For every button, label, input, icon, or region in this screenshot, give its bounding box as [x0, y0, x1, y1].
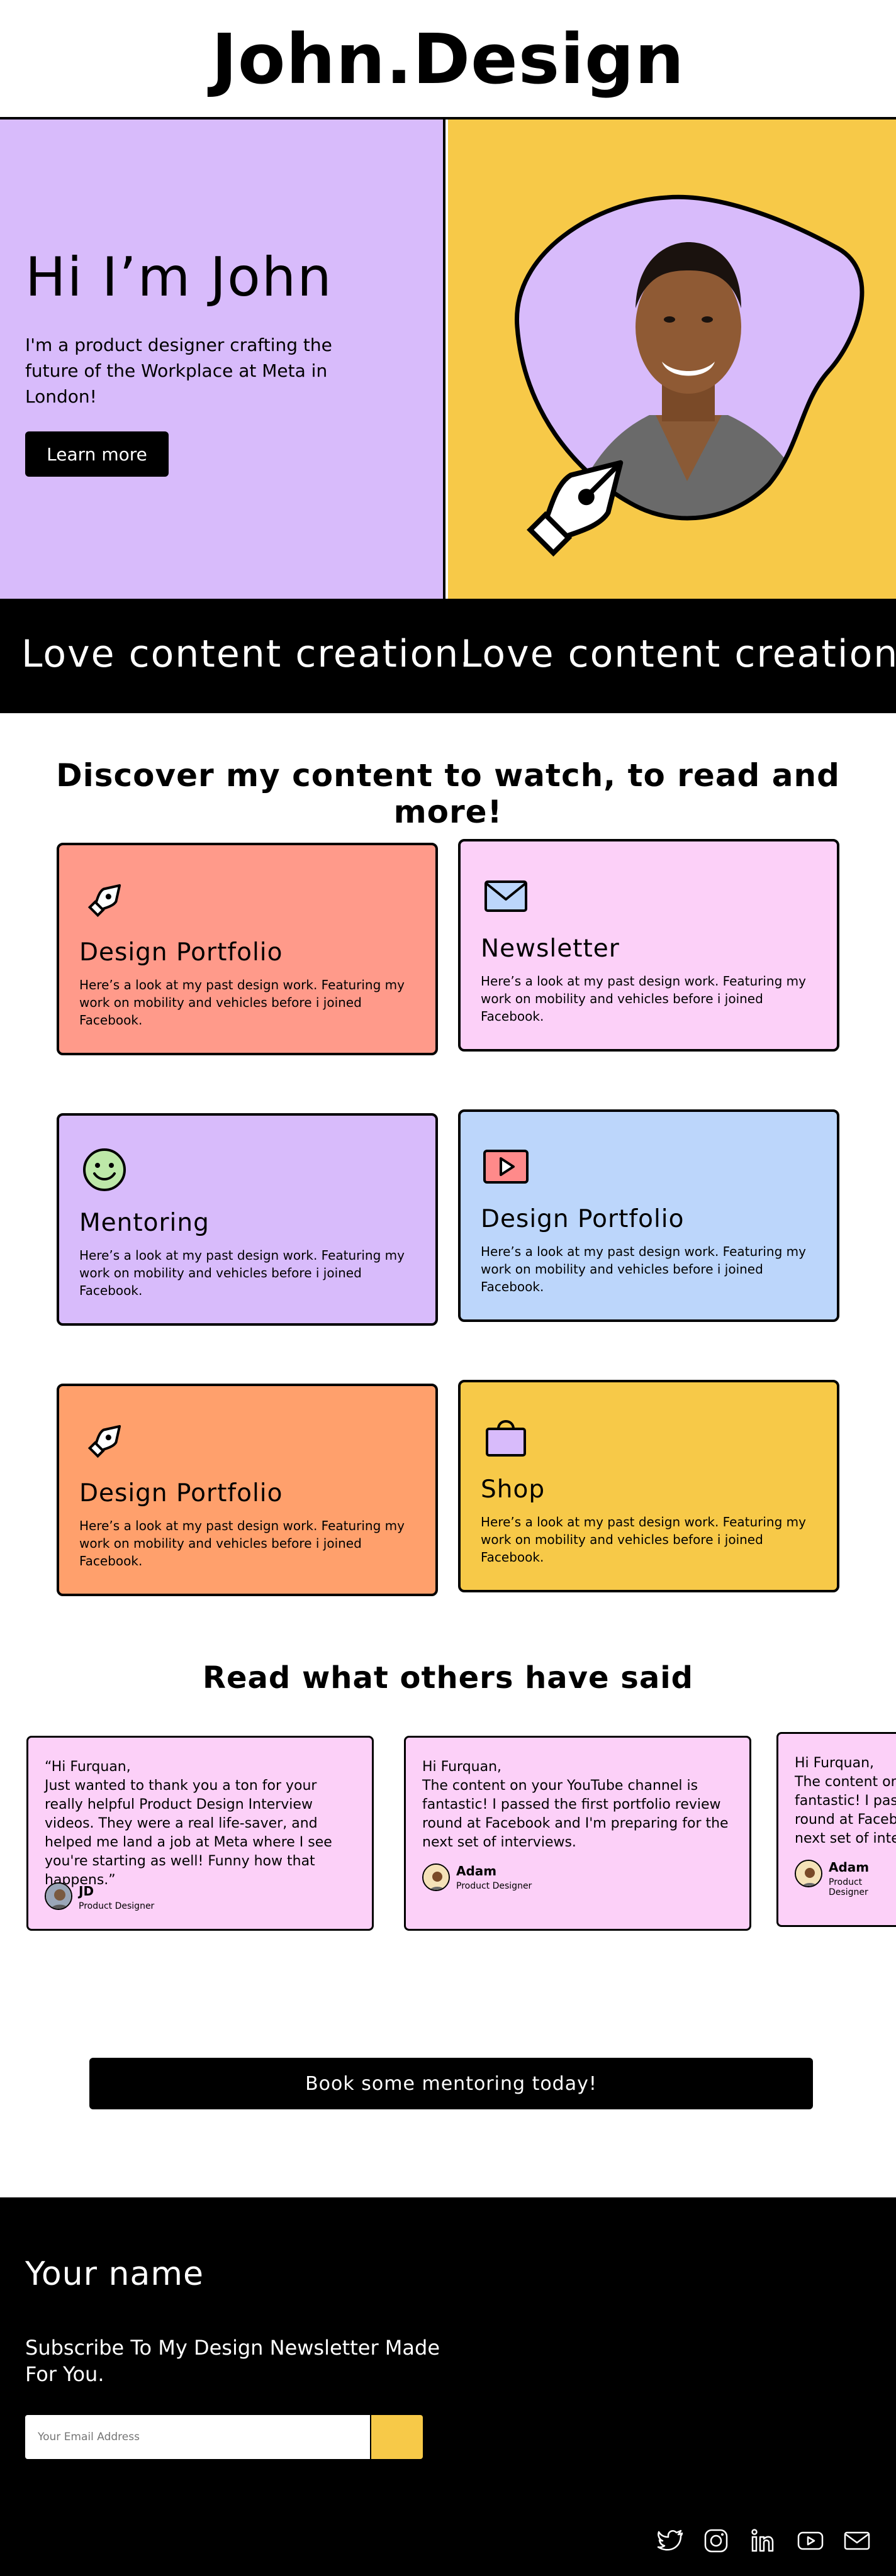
testimonial-quote: Hi Furquan, The content on your YouTube …	[422, 1759, 729, 1850]
card-text: Here’s a look at my past design work. Fe…	[79, 977, 405, 1028]
book-mentoring-button[interactable]: Book some mentoring today!	[89, 2058, 813, 2109]
shopping-bag-icon	[486, 1420, 526, 1457]
testimonial-role: Product Designer	[829, 1877, 868, 1897]
testimonial-card: “Hi Furquan, Just wanted to thank you a …	[26, 1736, 374, 1931]
pen-nib-icon	[87, 1424, 121, 1458]
email-field[interactable]	[25, 2415, 370, 2459]
marquee-banner: Love content creation. Love content crea…	[0, 599, 896, 713]
card-design-portfolio-2[interactable]: Design Portfolio Here’s a look at my pas…	[57, 1384, 438, 1596]
instagram-icon[interactable]	[701, 2526, 731, 2556]
smiley-icon	[83, 1148, 126, 1191]
testimonial-text: Hi Furquan, The content on your YouTube …	[422, 1758, 737, 1852]
video-play-icon	[483, 1150, 529, 1184]
envelope-icon	[484, 880, 527, 912]
testimonial-role: Product Designer	[79, 1901, 155, 1911]
linkedin-icon[interactable]	[748, 2526, 778, 2556]
testimonial-text: “Hi Furquan, Just wanted to thank you a …	[45, 1758, 359, 1890]
hero-intro: Hi I’m John I'm a product designer craft…	[0, 119, 445, 599]
testimonial-text: Hi Furquan, The content on your YouTube …	[795, 1754, 896, 1848]
card-design-portfolio[interactable]: Design Portfolio Here’s a look at my pas…	[57, 843, 438, 1055]
footer-name: Your name	[25, 2255, 204, 2293]
card-text: Here’s a look at my past design work. Fe…	[79, 1248, 405, 1298]
testimonial-quote: Hi Furquan, The content on your YouTube …	[795, 1755, 896, 1846]
twitter-icon[interactable]	[656, 2526, 686, 2556]
marquee-text: Love content creation.	[21, 632, 473, 676]
hero-text: I'm a product designer crafting the futu…	[25, 335, 332, 407]
marquee-text: Love content creation.	[461, 632, 896, 676]
site-footer: Your name Subscribe To My Design Newslet…	[0, 2197, 896, 2576]
subscribe-button[interactable]	[371, 2415, 423, 2459]
testimonial-role: Product Designer	[456, 1881, 532, 1891]
avatar	[422, 1863, 450, 1891]
card-title: Shop	[481, 1475, 546, 1504]
card-mentoring[interactable]: Mentoring Here’s a look at my past desig…	[57, 1113, 438, 1326]
hero-portrait-panel	[448, 119, 896, 599]
card-title: Design Portfolio	[79, 938, 283, 967]
card-text: Here’s a look at my past design work. Fe…	[481, 1514, 806, 1565]
site-header: John.Design	[0, 0, 896, 119]
hero-title: Hi I’m John	[25, 246, 333, 309]
testimonial-author: Adam	[829, 1860, 870, 1875]
site-logo[interactable]: John.Design	[0, 21, 896, 97]
testimonial-card: Hi Furquan, The content on your YouTube …	[776, 1732, 896, 1927]
card-title: Design Portfolio	[79, 1479, 283, 1507]
discover-title: Discover my content to watch, to read an…	[56, 757, 840, 830]
card-text: Here’s a look at my past design work. Fe…	[481, 974, 806, 1024]
card-title: Mentoring	[79, 1209, 210, 1237]
testimonial-author: JD	[79, 1884, 94, 1899]
card-design-portfolio-video[interactable]: Design Portfolio Here’s a look at my pas…	[458, 1109, 839, 1322]
mail-icon[interactable]	[842, 2526, 872, 2556]
testimonial-card: Hi Furquan, The content on your YouTube …	[404, 1736, 751, 1931]
avatar	[45, 1882, 72, 1910]
learn-more-button[interactable]: Learn more	[25, 431, 169, 477]
youtube-icon[interactable]	[795, 2526, 826, 2556]
testimonial-quote: “Hi Furquan, Just wanted to thank you a …	[45, 1759, 332, 1888]
card-newsletter[interactable]: Newsletter Here’s a look at my past desi…	[458, 839, 839, 1052]
card-text: Here’s a look at my past design work. Fe…	[481, 1244, 806, 1294]
newsletter-subscribe-text: Subscribe To My Design Newsletter Made F…	[25, 2336, 440, 2386]
pen-nib-icon	[87, 884, 121, 918]
card-text: Here’s a look at my past design work. Fe…	[79, 1518, 405, 1568]
portrait-illustration	[515, 194, 865, 557]
testimonials-title: Read what others have said	[202, 1660, 694, 1696]
card-title: Newsletter	[481, 935, 620, 963]
card-shop[interactable]: Shop Here’s a look at my past design wor…	[458, 1380, 839, 1592]
avatar	[795, 1860, 822, 1887]
testimonial-author: Adam	[456, 1863, 497, 1879]
card-title: Design Portfolio	[481, 1205, 685, 1233]
